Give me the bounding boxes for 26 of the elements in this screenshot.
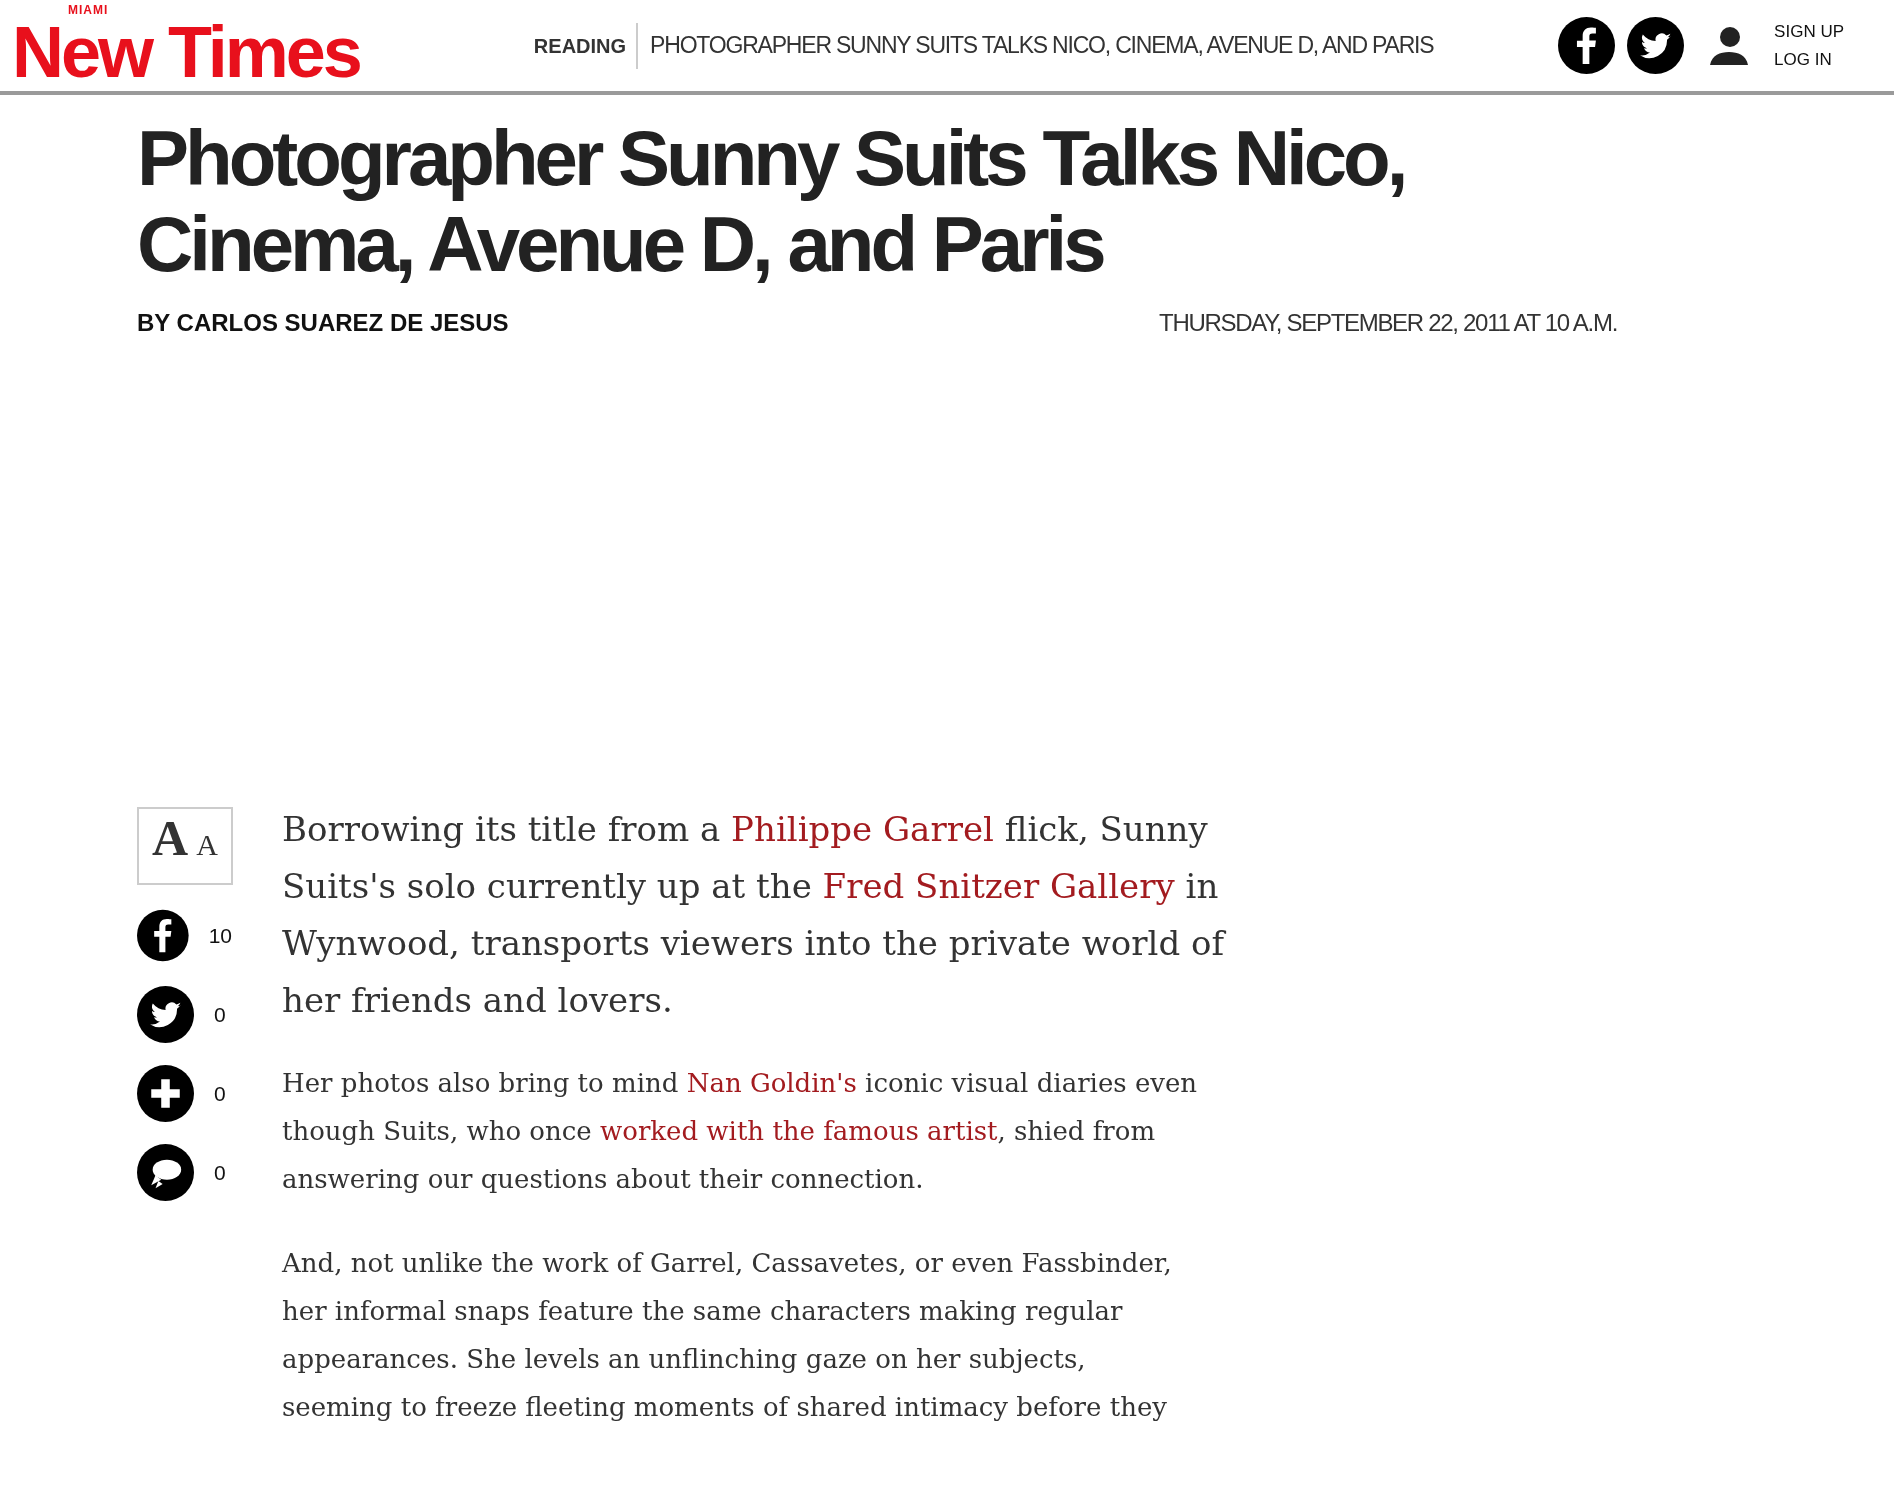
inline-link[interactable]: Nan Goldin's [686,1068,857,1098]
account-link[interactable]: LOG IN [1774,49,1844,70]
logo[interactable]: MIAMI New Times [12,3,364,88]
article-title: Photographer Sunny Suits Talks Nico, Cinema, Avenue D, and Paris [137,115,1406,287]
share-count: 0 [214,1081,226,1106]
account-link[interactable]: SIGN UP [1774,21,1844,42]
comment-icon[interactable] [137,1144,194,1201]
share-count: 0 [214,1002,226,1027]
reading-label: READING [533,22,639,69]
paragraph: Borrowing its title from a Philippe Garrel flick, Sunny Suits's solo currently up at the Fred Snitzer Gallery in Wynwood, transports viewers into the private world of her friends and lovers. [282,808,1227,1022]
plus-icon[interactable] [137,1065,194,1122]
inline-link[interactable]: worked with the famous artist [599,1116,998,1146]
byline: BY CARLOS SUAREZ DE JESUS [137,309,509,337]
facebook-icon[interactable] [137,907,189,964]
publish-date: THURSDAY, SEPTEMBER 22, 2011 AT 10 A.M. [1159,309,1617,337]
facebook-icon[interactable] [1558,17,1616,74]
share-count: 0 [214,1160,226,1185]
inline-link[interactable]: Philippe Garrel [731,809,994,849]
twitter-icon[interactable] [1627,17,1685,74]
share-count: 10 [208,923,232,948]
reading-title: PHOTOGRAPHER SUNNY SUITS TALKS NICO, CINEMA, AVENUE D, AND PARIS [649,32,1434,59]
paragraph: Her photos also bring to mind Nan Goldin's iconic visual diaries even though Suits, who once worked with the famous artist, shied from answering our questions about their connection. [282,1067,1199,1196]
text-size-button[interactable]: A A [137,807,233,885]
twitter-icon[interactable] [137,986,194,1043]
paragraph: And, not unlike the work of Garrel, Cassavetes, or even Fassbinder, her informal snaps feature the same characters making regular appearances. She levels an unflinching gaze on her subjects, seeming to freeze fleeting moments of shared intimacy before they [282,1247,1173,1424]
inline-link[interactable]: Fred Snitzer Gallery [822,866,1175,906]
